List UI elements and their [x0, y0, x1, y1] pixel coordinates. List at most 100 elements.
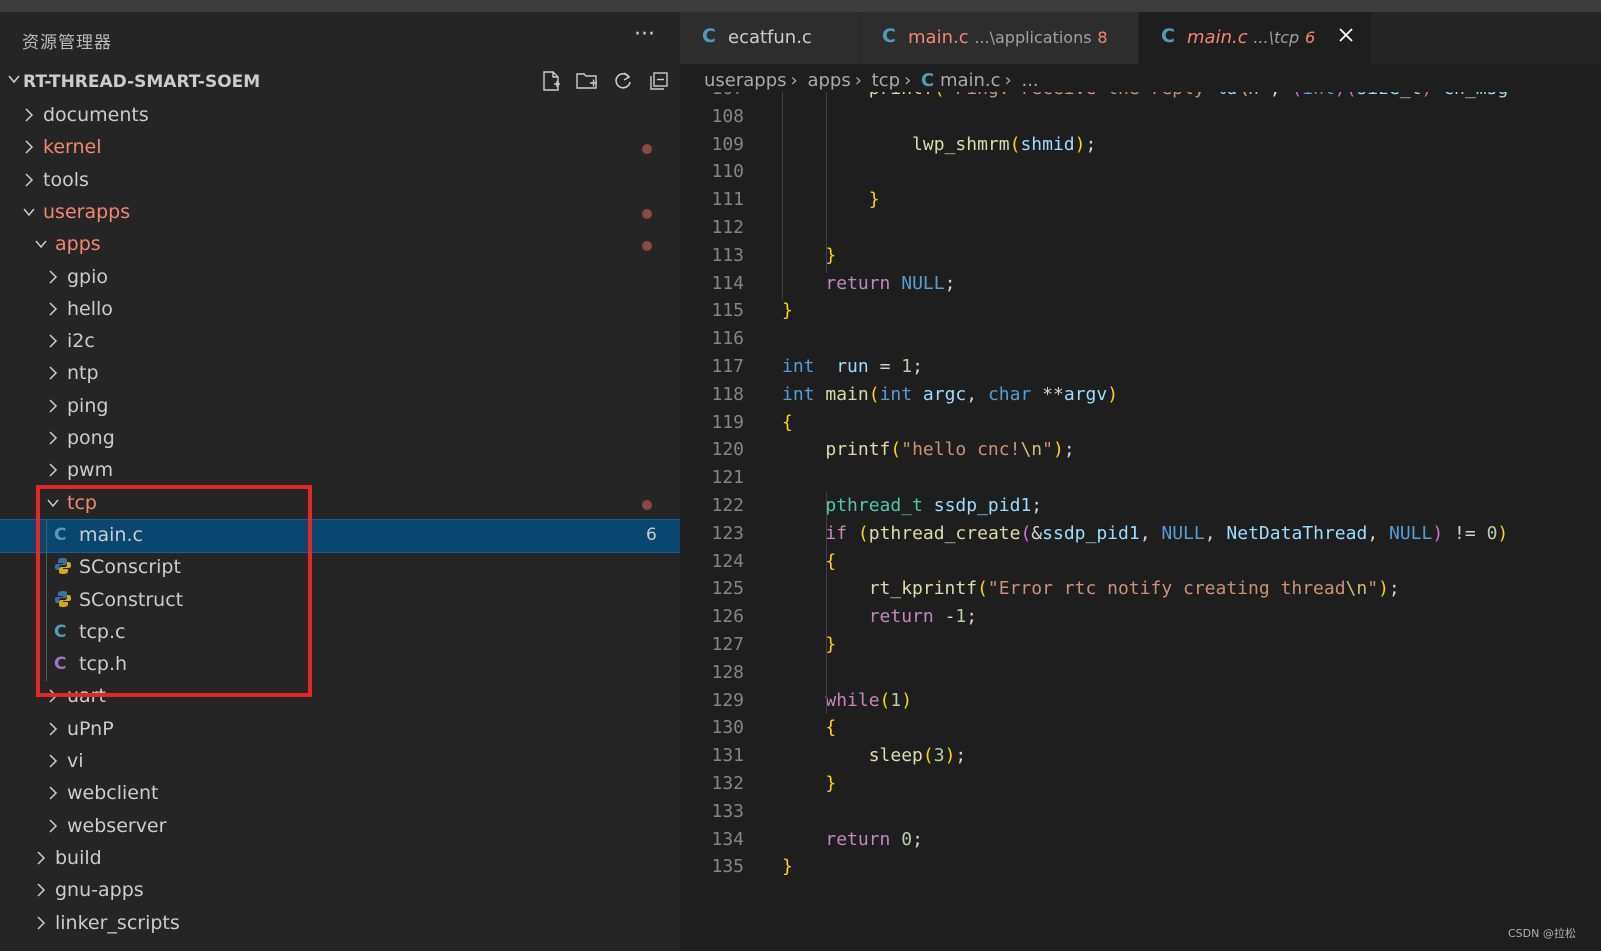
tree-item-label: i2c [67, 330, 95, 353]
tree-folder[interactable]: pong [0, 423, 680, 455]
code-line: printf("hello cnc!\n"); [825, 439, 1075, 461]
line-number: 123 [711, 522, 744, 544]
line-number: 109 [711, 133, 744, 155]
chevron-right-icon [37, 883, 46, 897]
line-number: 134 [711, 828, 744, 850]
tree-folder[interactable]: apps [0, 229, 680, 261]
c-file-icon: C [1161, 25, 1175, 47]
line-number: 132 [711, 773, 744, 794]
code-line: int main(int argc, char **argv) [782, 383, 1119, 405]
tree-item-label: uPnP [67, 717, 114, 740]
code-line: pthread_t ssdp_pid1; [825, 495, 1043, 516]
line-number: 113 [711, 244, 744, 266]
refresh-icon[interactable] [610, 68, 636, 94]
line-number: 124 [711, 550, 744, 572]
line-number: 121 [711, 467, 744, 489]
line-number: 112 [711, 217, 744, 238]
project-name: RT-THREAD-SMART-SOEM [23, 72, 261, 92]
tree-folder[interactable]: linker_scripts [0, 908, 680, 940]
chevron-right-icon [49, 463, 58, 477]
tree-folder[interactable]: gpio [0, 262, 680, 294]
modified-dot [642, 208, 652, 219]
tree-folder[interactable]: ntp [0, 358, 680, 390]
line-number: 128 [711, 661, 744, 683]
code-line: int run = 1; [782, 356, 923, 377]
indent-guide [826, 92, 827, 273]
indent-guide [782, 92, 783, 301]
tree-folder[interactable]: gnu-apps [0, 875, 680, 907]
tree-folder[interactable]: tools [0, 165, 680, 197]
explorer-title: 资源管理器 [22, 33, 112, 53]
tree-folder[interactable]: uPnP [0, 714, 680, 746]
breadcrumb-item[interactable]: userapps [704, 70, 787, 91]
line-number: 129 [711, 689, 744, 711]
tab-ecatfun[interactable]: C ecatfun.c [680, 12, 860, 64]
breadcrumb-item[interactable]: main.c [940, 70, 1001, 91]
code-line: { [782, 411, 793, 433]
tree-folder[interactable]: userapps [0, 197, 680, 229]
tree-folder[interactable]: pwm [0, 455, 680, 487]
tree-item-label: gnu-apps [55, 879, 144, 902]
line-number: 122 [711, 495, 744, 516]
collapse-all-icon[interactable] [646, 68, 672, 94]
chevron-right-icon [25, 108, 34, 122]
tree-folder[interactable]: hello [0, 294, 680, 326]
line-number: 127 [711, 634, 744, 655]
line-number: 125 [711, 578, 744, 600]
tab-main-applications[interactable]: C main.c ...\applications 8 [860, 12, 1139, 64]
code-line: sleep(3); [868, 745, 967, 767]
line-number: 120 [711, 439, 744, 461]
tab-main-tcp[interactable]: C main.c ...\tcp 6 [1139, 12, 1372, 64]
tree-folder[interactable]: documents [0, 100, 680, 132]
breadcrumb-item[interactable]: apps [807, 70, 850, 91]
line-number: 114 [711, 272, 744, 294]
line-number: 135 [711, 856, 744, 878]
tree-folder[interactable]: webclient [0, 778, 680, 810]
tree-folder[interactable]: vi [0, 746, 680, 778]
line-number: 118 [711, 383, 744, 405]
code-editor[interactable]: 107 printf("Ping: receive the reply %d\n… [680, 92, 1601, 951]
project-header[interactable]: RT-THREAD-SMART-SOEM [0, 68, 680, 98]
tree-item-label: ping [67, 394, 109, 417]
new-folder-icon[interactable] [574, 68, 600, 94]
line-number: 131 [711, 745, 744, 767]
code-line: return 0; [825, 828, 923, 850]
tree-item-label: tools [43, 168, 89, 191]
line-number: 119 [711, 411, 744, 433]
problem-count-badge: 6 [646, 524, 657, 545]
indent-guide [826, 492, 827, 715]
tree-item-label: apps [55, 233, 101, 256]
chevron-right-icon [37, 851, 46, 865]
tree-folder[interactable]: kernel [0, 132, 680, 164]
tree-folder[interactable]: build [0, 843, 680, 875]
modified-dot [642, 144, 652, 155]
editor-area: C ecatfun.c C main.c ...\applications 8 … [680, 12, 1601, 951]
breadcrumb-item[interactable]: tcp [872, 70, 900, 91]
c-file-icon: C [921, 70, 935, 91]
line-number: 116 [711, 328, 744, 350]
tree-folder[interactable]: webserver [0, 811, 680, 843]
code-line: { [825, 550, 837, 572]
tree-item-label: build [55, 846, 102, 869]
line-number: 108 [711, 105, 744, 127]
line-number: 110 [711, 161, 744, 183]
more-actions-icon[interactable]: ··· [634, 22, 655, 47]
code-line: return -1; [868, 606, 978, 628]
tree-item-label: hello [67, 297, 113, 320]
tree-item-label: pong [67, 427, 115, 449]
breadcrumb-item[interactable]: ... [1021, 70, 1038, 91]
chevron-right-icon [49, 431, 58, 445]
line-number: 133 [711, 800, 744, 822]
line-number: 117 [711, 356, 744, 377]
code-line: if (pthread_create(&ssdp_pid1, NULL, Net… [825, 522, 1509, 544]
tree-folder[interactable]: i2c [0, 326, 680, 358]
tree-item-label: webserver [67, 814, 167, 837]
new-file-icon[interactable] [538, 68, 564, 94]
watermark: CSDN @拉松 [1508, 927, 1576, 940]
modified-dot [642, 499, 652, 510]
window-top-strip [0, 0, 1601, 12]
code-line: printf("Ping: receive the reply %d\n", (… [782, 92, 1509, 99]
close-icon[interactable] [1338, 27, 1354, 43]
tree-folder[interactable]: ping [0, 391, 680, 423]
chevron-right-icon [49, 366, 58, 380]
